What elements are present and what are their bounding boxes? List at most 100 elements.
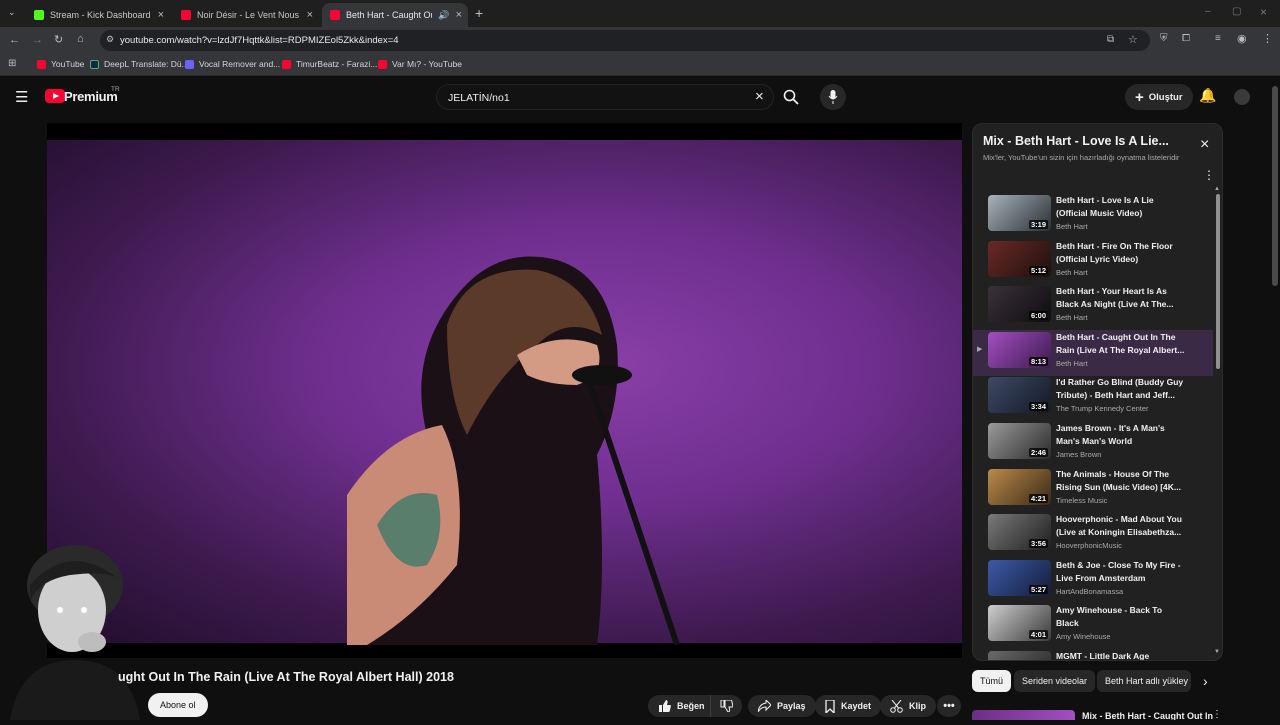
reload-icon[interactable]: ↻ [54,33,63,46]
bookmark-timurbeatz[interactable]: TimurBeatz - Farazi... [282,59,377,69]
close-icon[interactable]: × [456,9,462,21]
forward-icon[interactable]: → [32,34,43,46]
video-thumbnail[interactable]: 5:12 [988,240,1051,277]
subscribe-label: Abone ol [160,700,196,710]
media-control-icon[interactable]: ≡ [1215,33,1221,44]
speaker-icon[interactable]: 🔊 [438,10,449,21]
create-button[interactable]: + Oluştur [1125,84,1193,110]
close-playlist-icon[interactable]: × [1200,136,1209,154]
page-scrollbar[interactable] [1272,86,1278,286]
subscribe-button[interactable]: Abone ol [148,693,208,717]
playlist-item-title[interactable]: I'd Rather Go Blind (Buddy Guy Tribute) … [1056,376,1186,402]
share-button[interactable]: Paylaş [748,695,816,717]
tab-beth-hart[interactable]: Beth Hart - Caught Out In T 🔊 × [322,3,468,27]
playlist-item[interactable]: ▶ 8:13 Beth Hart - Caught Out In The Rain … [973,329,1213,376]
video-thumbnail[interactable]: 2:46 [988,423,1051,459]
playlist-item-title[interactable]: Beth Hart - Your Heart Is As Black As Ni… [1056,285,1186,311]
playlist-scrollbar[interactable] [1216,194,1220,369]
clear-search-icon[interactable]: × [755,88,764,105]
tab-kick-dashboard[interactable]: Stream - Kick Dashboard × [26,3,170,27]
bookmark-var-mi[interactable]: Var Mı? - YouTube [378,59,462,69]
save-button[interactable]: Kaydet [815,695,882,717]
more-actions-button[interactable]: ••• [937,695,961,717]
video-thumbnail[interactable]: 5:27 [988,559,1051,596]
playlist-item[interactable]: 5:27 Beth & Joe - Close To My Fire - Live… [973,558,1213,604]
close-icon[interactable]: × [307,9,313,21]
playlist-item[interactable]: MGMT - Little Dark Age [973,649,1213,660]
youtube-logo[interactable] [45,89,65,108]
new-tab-icon[interactable]: + [475,5,483,21]
playlist-item-title[interactable]: Beth Hart - Love Is A Lie (Official Musi… [1056,194,1186,220]
video-thumbnail[interactable]: 6:00 [988,286,1051,323]
video-thumbnail[interactable]: 3:19 [988,195,1051,231]
chip-series-videos[interactable]: Seriden videolar [1014,670,1096,692]
notifications-bell-icon[interactable]: 🔔 [1199,87,1216,104]
video-thumbnail[interactable]: 3:56 [988,514,1051,551]
video-thumbnail[interactable]: 4:01 [988,605,1051,642]
video-thumbnail[interactable] [988,651,1051,660]
playlist-item[interactable]: 3:56 Hooverphonic - Mad About You (Live a… [973,512,1213,558]
video-player[interactable] [47,123,962,658]
close-window-icon[interactable]: × [1260,5,1267,19]
home-icon[interactable]: ⌂ [77,33,84,45]
menu-icon[interactable]: ⋮ [1212,709,1222,720]
search-button[interactable] [777,84,805,110]
playlist-item-title[interactable]: Beth Hart - Fire On The Floor (Official … [1056,240,1186,266]
voice-search-button[interactable] [820,84,846,110]
omnibox[interactable]: ⚙ youtube.com/watch?v=lzdJf7Hqttk&list=R… [100,30,1150,51]
playlist-item[interactable]: 3:34 I'd Rather Go Blind (Buddy Guy Tribu… [973,375,1213,421]
bookmark-youtube[interactable]: YouTube [37,59,84,69]
playlist-item-title[interactable]: Beth & Joe - Close To My Fire - Live Fro… [1056,559,1186,585]
bookmark-label: YouTube [51,59,85,69]
scroll-down-icon[interactable]: ▼ [1214,649,1220,655]
next-mix-preview[interactable]: Mix - Beth Hart - Caught Out In ⋮ [972,708,1223,720]
avatar[interactable] [1234,89,1250,105]
playlist-item[interactable]: 5:12 Beth Hart - Fire On The Floor (Offic… [973,239,1213,285]
video-thumbnail[interactable]: 4:21 [988,468,1051,505]
playlist-item[interactable]: 3:19 Beth Hart - Love Is A Lie (Official … [973,193,1213,239]
playlist-item-title[interactable]: Amy Winehouse - Back To Black [1056,604,1186,630]
playlist-item-title[interactable]: Beth Hart - Caught Out In The Rain (Live… [1056,331,1186,357]
extensions-icon[interactable]: ⧠ [1182,33,1190,44]
chip-uploader[interactable]: Beth Hart adlı yükley [1097,670,1191,692]
menu-icon[interactable]: ⋮ [1262,32,1273,45]
video-thumbnail[interactable]: 8:13 [988,331,1051,368]
site-info-icon[interactable]: ⚙ [106,34,114,45]
profile-icon[interactable]: ◉ [1237,32,1247,45]
create-label: Oluştur [1148,91,1183,103]
tab-noir-desir[interactable]: Noir Désir - Le Vent Nous Porte × [173,3,319,27]
search-value[interactable]: JELATİN/no1 [448,92,510,104]
url-text[interactable]: youtube.com/watch?v=lzdJf7Hqttk&list=RDP… [120,35,399,46]
dislike-button[interactable] [710,695,742,717]
playlist-item[interactable]: 4:01 Amy Winehouse - Back To Black Amy Win… [973,603,1213,649]
minimize-icon[interactable]: – [1205,6,1211,17]
playlist-item[interactable]: 6:00 Beth Hart - Your Heart Is As Black A… [973,284,1213,330]
install-icon[interactable]: ⧉ [1107,34,1114,45]
chevron-right-icon[interactable]: › [1203,673,1208,689]
video-frame[interactable] [47,140,962,645]
tab-search-icon[interactable]: ⌄ [8,7,16,18]
like-button[interactable]: Beğen [648,695,717,717]
search-input[interactable]: JELATİN/no1 × [436,84,774,110]
playlist-item-title[interactable]: James Brown - It's A Man's Man's Man's W… [1056,422,1186,448]
video-thumbnail[interactable]: 3:34 [988,377,1051,414]
playlist-item-title[interactable]: MGMT - Little Dark Age [1056,650,1186,660]
playlist-menu-icon[interactable]: ⋮ [1203,168,1215,182]
playlist-item[interactable]: 2:46 James Brown - It's A Man's Man's Man… [973,421,1213,467]
hamburger-menu-icon[interactable]: ☰ [15,88,28,106]
bookmark-star-icon[interactable]: ☆ [1128,33,1138,46]
playlist-item-title[interactable]: Hooverphonic - Mad About You (Live at Ko… [1056,513,1186,539]
bookmark-deepl[interactable]: DeepL Translate: Dü... [90,59,189,69]
playlist-title[interactable]: Mix - Beth Hart - Love Is A Lie... [983,134,1169,148]
back-icon[interactable]: ← [9,34,20,46]
playlist-item[interactable]: 4:21 The Animals - House Of The Rising Su… [973,467,1213,513]
close-icon[interactable]: × [158,9,164,21]
scroll-up-icon[interactable]: ▲ [1214,186,1220,192]
playlist-item-title[interactable]: The Animals - House Of The Rising Sun (M… [1056,468,1186,494]
bookmark-vocal-remover[interactable]: Vocal Remover and... [185,59,280,69]
shield-icon[interactable]: ⛨ [1160,33,1168,44]
chip-all[interactable]: Tümü [972,670,1012,692]
apps-icon[interactable]: ⊞ [8,58,16,69]
clip-button[interactable]: Klip [880,695,936,717]
maximize-icon[interactable]: ▢ [1232,6,1241,17]
